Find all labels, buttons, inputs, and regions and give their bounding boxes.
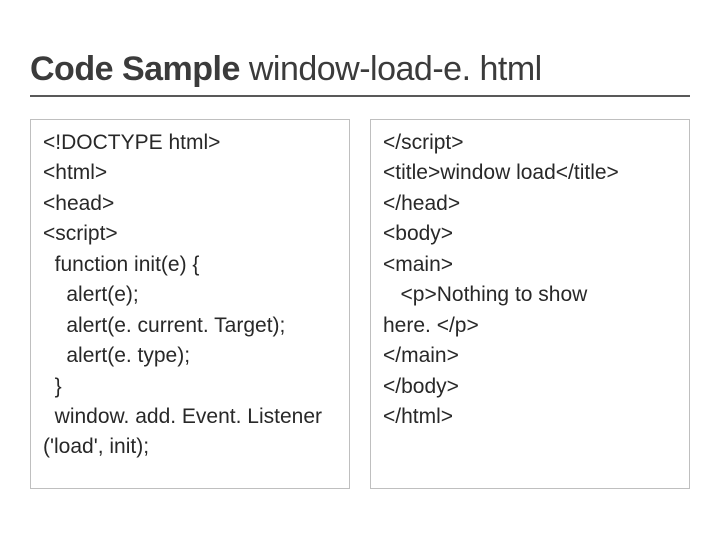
slide: Code Sample window-load-e. html <!DOCTYP… xyxy=(0,0,720,519)
code-line: <main> xyxy=(383,250,677,280)
code-line: <html> xyxy=(43,158,337,188)
code-line: <title>window load</title> xyxy=(383,158,677,188)
code-line: <!DOCTYPE html> xyxy=(43,128,337,158)
slide-title: Code Sample window-load-e. html xyxy=(30,50,690,97)
code-columns: <!DOCTYPE html> <html> <head> <script> f… xyxy=(30,119,690,489)
code-line: </main> xyxy=(383,341,677,371)
code-box-right: </script> <title>window load</title> </h… xyxy=(370,119,690,489)
code-line: ('load', init); xyxy=(43,432,337,462)
code-line: } xyxy=(43,372,337,402)
code-line: </html> xyxy=(383,402,677,432)
code-line: <body> xyxy=(383,219,677,249)
code-line: function init(e) { xyxy=(43,250,337,280)
code-line: <head> xyxy=(43,189,337,219)
code-line: </body> xyxy=(383,372,677,402)
code-box-left: <!DOCTYPE html> <html> <head> <script> f… xyxy=(30,119,350,489)
code-line: <p>Nothing to show xyxy=(383,280,677,310)
code-line: here. </p> xyxy=(383,311,677,341)
code-line: <script> xyxy=(43,219,337,249)
code-line: alert(e. current. Target); xyxy=(43,311,337,341)
code-line: alert(e); xyxy=(43,280,337,310)
code-line: </head> xyxy=(383,189,677,219)
title-bold: Code Sample xyxy=(30,50,249,88)
code-line: window. add. Event. Listener xyxy=(43,402,337,432)
title-light: window-load-e. html xyxy=(249,50,542,88)
code-line: alert(e. type); xyxy=(43,341,337,371)
code-line: </script> xyxy=(383,128,677,158)
